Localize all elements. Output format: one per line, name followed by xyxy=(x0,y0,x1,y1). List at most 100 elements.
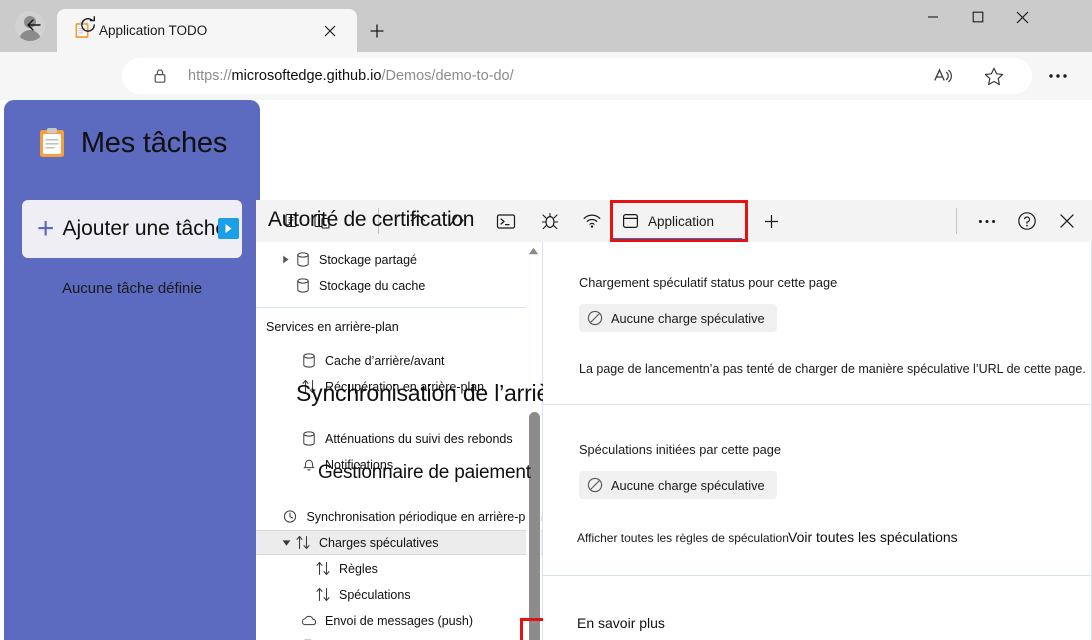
tree-label: Notifications xyxy=(325,457,394,472)
window-titlebar: Application TODO xyxy=(0,0,1092,52)
tree-item-reporting-api[interactable]: API de création de rapports xyxy=(256,634,542,640)
tree-item-back-forward-cache[interactable]: Cache d’arrière/avant xyxy=(256,348,542,373)
sources-icon[interactable] xyxy=(442,208,470,234)
tree-label: Stockage du cache xyxy=(319,278,426,293)
content-divider xyxy=(543,404,1092,405)
tree-item-rules[interactable]: Règles xyxy=(256,556,542,581)
chevron-right-icon[interactable] xyxy=(278,252,294,268)
tree-item-periodic-background-sync[interactable]: Synchronisation périodique en arrière-pl… xyxy=(256,504,542,529)
no-entry-icon xyxy=(587,477,603,493)
arrows-updown-icon xyxy=(314,586,332,604)
speculations-heading: Spéculations initiées par cette page xyxy=(579,442,782,457)
status-chip-no-speculative-load: Aucune charge spéculative xyxy=(579,304,777,332)
database-icon xyxy=(300,430,318,448)
database-icon xyxy=(300,352,318,370)
network-conditions-icon[interactable] xyxy=(578,208,606,234)
speculations-chip-label: Aucune charge spéculative xyxy=(611,477,765,493)
no-entry-icon xyxy=(587,310,603,326)
status-heading: Chargement spéculatif status pour cette … xyxy=(579,275,838,290)
tree-label: Spéculations xyxy=(339,587,411,602)
link-show-all-rules[interactable]: Afficher toutes les règles de spéculatio… xyxy=(577,531,789,545)
star-icon[interactable] xyxy=(980,62,1008,90)
bell-icon xyxy=(300,456,318,474)
section-title-background-services: Services en arrière-plan xyxy=(266,320,399,334)
url-scheme: https:// xyxy=(188,68,232,84)
tab-title: Application TODO xyxy=(99,23,208,38)
database-icon xyxy=(294,277,312,295)
devtools-panel: Application Autorité de certification St… xyxy=(256,200,1092,640)
page-viewport: Mes tâches + Ajouter une tâche Aucune tâ… xyxy=(0,100,1092,640)
back-arrow-icon[interactable] xyxy=(18,9,50,41)
add-task-button[interactable]: + Ajouter une tâche xyxy=(22,200,242,258)
tab-application[interactable]: Application xyxy=(610,202,744,240)
lock-icon[interactable] xyxy=(148,64,172,88)
tree-item-shared-storage[interactable]: Stockage partagé xyxy=(256,247,542,272)
toolbar-divider-right xyxy=(956,208,957,234)
browser-window: Application TODO https://microsoftedge.g… xyxy=(0,0,1092,640)
url-path: /Demos/demo-to-do/ xyxy=(381,68,514,84)
link-learn-more[interactable]: En savoir plus xyxy=(577,615,665,631)
plus-icon: + xyxy=(36,212,55,245)
cursor-badge-icon xyxy=(218,218,239,239)
tab-active-underline xyxy=(612,238,742,241)
close-devtools-icon[interactable] xyxy=(1052,208,1082,234)
tree-item-notifications[interactable]: Notifications xyxy=(256,452,542,477)
reload-icon[interactable] xyxy=(72,9,104,41)
tree-label: Envoi de messages (push) xyxy=(325,613,473,628)
tab-application-label: Application xyxy=(648,213,715,229)
new-tab-button[interactable] xyxy=(363,17,391,45)
database-icon xyxy=(294,251,312,269)
browser-more-icon[interactable] xyxy=(1044,62,1072,90)
add-task-label: Ajouter une tâche xyxy=(62,217,228,240)
cloud-icon xyxy=(300,612,318,630)
read-aloud-icon[interactable] xyxy=(930,62,958,90)
tree-label: Récupération en arrière-plan xyxy=(325,379,485,394)
url-host: microsoftedge.github.io xyxy=(231,68,382,84)
more-tools-icon[interactable] xyxy=(972,208,1002,234)
devtools-application-sidebar: Stockage partagé Stockage du cache Servi… xyxy=(256,242,543,640)
clock-icon xyxy=(281,508,299,526)
tree-item-background-fetch[interactable]: Récupération en arrière-plan xyxy=(256,374,542,399)
device-toolbar-icon[interactable] xyxy=(308,208,336,234)
status-chip-label: Aucune charge spéculative xyxy=(611,310,765,326)
elements-home-icon[interactable] xyxy=(404,208,432,234)
link-view-all-speculations[interactable]: Voir toutes les spéculations xyxy=(788,529,958,545)
content-divider xyxy=(543,575,1092,576)
inspect-icon[interactable] xyxy=(278,208,306,234)
tree-label: Règles xyxy=(339,561,378,576)
tree-item-speculations[interactable]: Spéculations xyxy=(256,582,542,607)
window-close-button[interactable] xyxy=(1000,0,1045,34)
issues-bug-icon[interactable] xyxy=(536,208,564,234)
speculations-chip-no-speculative-load: Aucune charge spéculative xyxy=(579,471,777,499)
todo-app-panel: Mes tâches + Ajouter une tâche Aucune tâ… xyxy=(4,100,260,640)
console-icon[interactable] xyxy=(492,208,520,234)
chevron-down-icon[interactable] xyxy=(278,535,294,551)
page-title: Mes tâches xyxy=(80,126,228,159)
status-description: La page de lancementn’a pas tenté de cha… xyxy=(579,362,1086,376)
scroll-up-arrow-icon[interactable] xyxy=(526,244,541,258)
empty-task-message: Aucune tâche définie xyxy=(61,280,203,297)
minimize-button[interactable] xyxy=(910,0,955,34)
maximize-button[interactable] xyxy=(955,0,1000,34)
todo-header: Mes tâches xyxy=(4,118,260,168)
arrows-updown-icon xyxy=(300,378,318,396)
tree-separator xyxy=(256,307,534,308)
tree-label: Synchronisation périodique en arrière-pl… xyxy=(306,509,542,524)
application-icon xyxy=(622,213,639,229)
sidebar-scrollbar-thumb[interactable] xyxy=(529,412,540,640)
url-display[interactable]: https://microsoftedge.github.io/Demos/de… xyxy=(188,58,514,94)
tree-item-cache-storage[interactable]: Stockage du cache xyxy=(256,273,542,298)
twisty-placeholder xyxy=(278,278,294,294)
tree-label: Cache d’arrière/avant xyxy=(325,353,445,368)
devtools-main-content: Chargement spéculatif status pour cette … xyxy=(543,242,1092,640)
tree-item-push-messaging[interactable]: Envoi de messages (push) xyxy=(256,608,542,633)
tab-close-button[interactable] xyxy=(319,20,341,42)
tree-item-bounce-tracking[interactable]: Atténuations du suivi des rebonds xyxy=(256,426,542,451)
help-icon[interactable] xyxy=(1012,208,1042,234)
arrows-updown-icon xyxy=(294,534,312,552)
tree-label: Stockage partagé xyxy=(319,252,417,267)
add-panel-button[interactable] xyxy=(758,208,784,234)
tree-label: Charges spéculatives xyxy=(319,535,439,550)
tree-item-speculative-loads[interactable]: Charges spéculatives xyxy=(256,530,542,555)
toolbar-divider xyxy=(378,208,379,234)
